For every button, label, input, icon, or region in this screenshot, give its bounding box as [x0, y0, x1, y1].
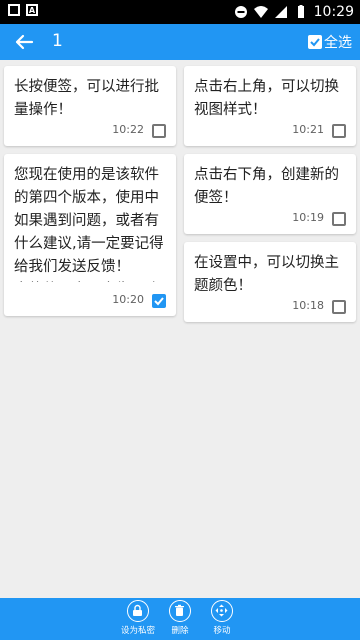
note-card[interactable]: 在设置中，可以切换主题颜色！ 10:18	[184, 242, 356, 322]
trash-icon	[169, 600, 191, 622]
select-all-label: 全选	[324, 35, 352, 51]
set-private-button[interactable]: 设为私密	[118, 600, 158, 636]
bottom-action-bar: 设为私密 删除 移动	[0, 598, 360, 640]
status-time: 10:29	[313, 4, 354, 20]
selected-count: 1	[52, 31, 63, 51]
arrow-left-icon	[15, 34, 34, 50]
select-all-checkbox-icon	[308, 35, 322, 49]
a-notification-icon: A	[26, 4, 38, 16]
check-icon	[154, 297, 164, 306]
note-text: 点击右上角，可以切换视图样式！	[194, 79, 339, 118]
note-time: 10:21	[292, 123, 324, 136]
note-card[interactable]: 点击右下角，创建新的便签！ 10:19	[184, 154, 356, 234]
battery-icon	[297, 5, 304, 18]
dnd-icon	[234, 6, 247, 18]
select-all-button[interactable]: 全选	[308, 28, 352, 56]
wifi-icon	[253, 6, 268, 18]
note-text: 长按便签，可以进行批量操作！	[14, 79, 159, 118]
notification-icons: A	[8, 4, 38, 16]
note-checkbox[interactable]	[332, 212, 346, 226]
set-private-label: 设为私密	[120, 626, 155, 636]
move-label: 移动	[213, 626, 231, 636]
image-notification-icon	[8, 4, 20, 16]
status-bar: A 10:29	[0, 0, 360, 24]
note-checkbox[interactable]	[332, 300, 346, 314]
note-checkbox-checked[interactable]	[152, 294, 166, 308]
delete-button[interactable]: 删除	[160, 600, 200, 636]
note-time: 10:19	[292, 211, 324, 224]
note-time: 10:20	[112, 293, 144, 306]
note-checkbox[interactable]	[152, 124, 166, 138]
note-text: 您现在使用的是该软件的第四个版本，使用中如果遇到问题，或者有什么建议,请一定要记…	[14, 167, 164, 275]
lock-icon	[127, 600, 149, 622]
back-button[interactable]	[10, 28, 38, 56]
note-time: 10:18	[292, 299, 324, 312]
note-text: 在设置中，可以切换主题颜色！	[194, 255, 339, 294]
signal-icon	[274, 6, 287, 18]
note-card[interactable]: 您现在使用的是该软件的第四个版本，使用中如果遇到问题，或者有什么建议,请一定要记…	[4, 154, 176, 316]
delete-label: 删除	[171, 626, 189, 636]
move-arrows-icon	[211, 600, 233, 622]
app-bar: 1 全选	[0, 24, 360, 60]
note-text: 点击右下角，创建新的便签！	[194, 167, 339, 206]
note-time: 10:22	[112, 123, 144, 136]
note-card[interactable]: 点击右上角，可以切换视图样式！ 10:21	[184, 66, 356, 146]
move-button[interactable]: 移动	[202, 600, 242, 636]
note-checkbox[interactable]	[332, 124, 346, 138]
note-card[interactable]: 长按便签，可以进行批量操作！ 10:22	[4, 66, 176, 146]
